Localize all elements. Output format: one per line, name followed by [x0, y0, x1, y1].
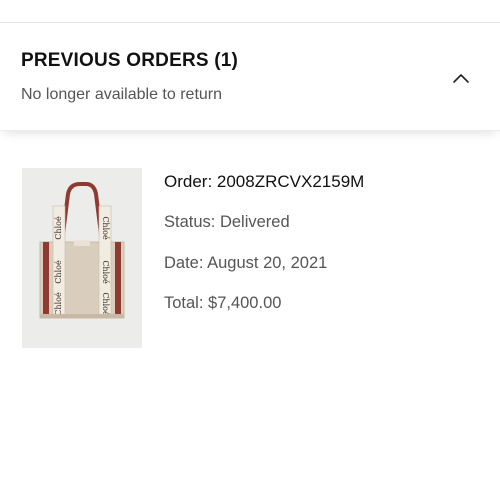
brand-mark: Chloé: [54, 216, 63, 240]
order-date: Date: August 20, 2021: [164, 254, 328, 272]
product-thumbnail[interactable]: Chloé Chloé Chloé Chloé Chloé Chloé: [22, 168, 142, 348]
previous-orders-header[interactable]: PREVIOUS ORDERS (1) No longer available …: [0, 23, 500, 131]
brand-mark: Chloé: [101, 260, 110, 284]
chevron-up-icon[interactable]: [452, 72, 470, 84]
tote-bag-image: Chloé Chloé Chloé Chloé Chloé Chloé: [39, 182, 125, 319]
order-number[interactable]: Order: 2008ZRCVX2159M: [164, 172, 364, 192]
brand-mark: Chloé: [54, 292, 63, 316]
order-card[interactable]: Chloé Chloé Chloé Chloé Chloé Chloé Orde…: [0, 150, 500, 370]
top-divider: [0, 0, 500, 23]
order-total: Total: $7,400.00: [164, 294, 282, 312]
brand-mark: Chloé: [101, 292, 110, 316]
previous-orders-title: PREVIOUS ORDERS (1): [21, 50, 239, 71]
previous-orders-subtitle: No longer available to return: [21, 86, 223, 103]
order-status: Status: Delivered: [164, 213, 290, 231]
brand-mark: Chloé: [101, 216, 110, 240]
brand-mark: Chloé: [54, 260, 63, 284]
